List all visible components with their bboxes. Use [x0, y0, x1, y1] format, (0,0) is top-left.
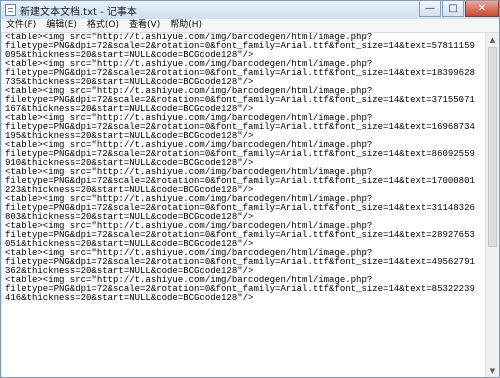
menu-file[interactable]: 文件(F) [1, 19, 41, 32]
notepad-window: 新建文本文档.txt - 记事本 — □ ✕ 文件(F) 编辑(E) 格式(O)… [0, 0, 500, 378]
menu-view[interactable]: 查看(V) [124, 19, 165, 32]
scrollbar-thumb[interactable] [488, 47, 497, 247]
text-line: 416&thickness=20&start=NULL&code=BCGcode… [5, 293, 254, 303]
title-bar[interactable]: 新建文本文档.txt - 记事本 — □ ✕ [1, 1, 499, 19]
vertical-scrollbar[interactable]: ▲ ▼ [485, 33, 499, 377]
close-button[interactable]: ✕ [465, 1, 499, 17]
notepad-icon [5, 4, 16, 16]
window-title: 新建文本文档.txt - 记事本 [20, 7, 137, 18]
maximize-button[interactable]: □ [442, 1, 464, 17]
close-icon: ✕ [477, 2, 487, 14]
minimize-icon: — [425, 2, 435, 14]
scroll-down-icon[interactable]: ▼ [486, 364, 499, 377]
scroll-up-icon[interactable]: ▲ [486, 33, 499, 46]
menu-edit[interactable]: 编辑(E) [41, 19, 82, 32]
window-controls: — □ ✕ [418, 1, 499, 19]
menu-format[interactable]: 格式(O) [82, 19, 124, 32]
text-editor-area[interactable]: <table><img src="http://t.ashiyue.com/im… [2, 33, 486, 377]
minimize-button[interactable]: — [419, 1, 441, 17]
menu-bar: 文件(F) 编辑(E) 格式(O) 查看(V) 帮助(H) [1, 19, 499, 33]
menu-help[interactable]: 帮助(H) [165, 19, 207, 32]
maximize-icon: □ [448, 2, 458, 14]
